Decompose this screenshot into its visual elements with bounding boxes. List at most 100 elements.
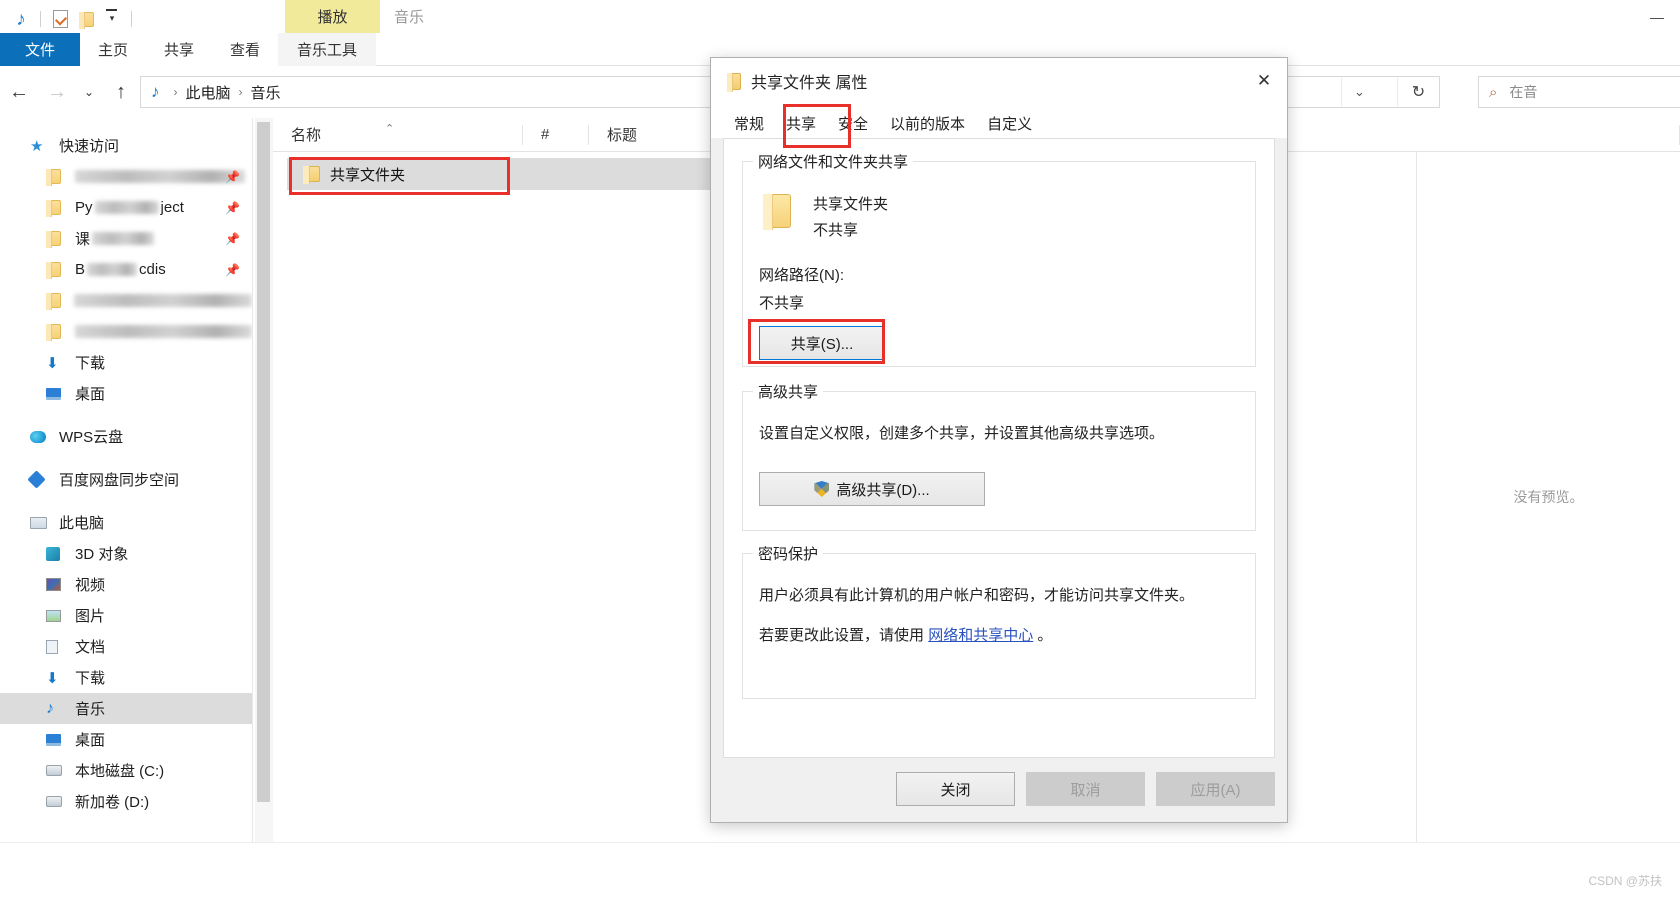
search-input[interactable]: ⌕ 在音 <box>1478 76 1680 108</box>
3d-objects-icon <box>46 546 68 561</box>
sidebar-item-pinned-6[interactable] <box>0 316 252 347</box>
sidebar-item-pinned-1[interactable]: 📌 <box>0 161 252 192</box>
customize-dropdown-icon[interactable]: ▾ <box>99 6 125 32</box>
minimize-button[interactable]: — <box>1634 0 1680 33</box>
music-note-icon: ♪ <box>151 82 160 101</box>
tab-view[interactable]: 查看 <box>212 33 278 66</box>
apply-button[interactable]: 应用(A) <box>1156 772 1275 806</box>
sidebar-item-label-tail: ject <box>160 199 184 216</box>
breadcrumb-segment-music[interactable]: 音乐 <box>251 82 281 103</box>
folder-icon <box>46 169 68 186</box>
recent-locations-button[interactable]: ⌄ <box>76 72 102 112</box>
pin-icon[interactable]: 📌 <box>225 170 240 184</box>
sidebar-item-local-disk-c[interactable]: 本地磁盘 (C:) <box>0 755 252 786</box>
tab-customize[interactable]: 自定义 <box>976 108 1044 138</box>
column-label: 标题 <box>607 127 638 144</box>
sidebar-item-pinned-5[interactable] <box>0 285 252 316</box>
redacted-label <box>74 325 252 338</box>
folder-icon <box>46 231 68 248</box>
column-header-name[interactable]: 名称 ⌃ <box>273 118 523 152</box>
up-button[interactable]: ↑ <box>102 72 140 112</box>
sidebar-item-label: 图片 <box>75 608 106 625</box>
forward-button[interactable]: → <box>38 72 76 112</box>
pin-icon[interactable]: 📌 <box>225 232 240 246</box>
tab-previous-versions[interactable]: 以前的版本 <box>879 108 977 138</box>
folder-icon <box>46 262 68 279</box>
sidebar-item-videos[interactable]: 视频 <box>0 569 252 600</box>
sidebar-item-label: Py <box>75 199 93 216</box>
desktop-icon <box>46 387 68 400</box>
pin-icon[interactable]: 📌 <box>225 201 240 215</box>
sidebar-item-wps-cloud[interactable]: WPS云盘 <box>0 421 252 452</box>
screen: ♪ ▾ 播放 音乐 — 文件 主页 共享 查看 音乐工具 ← → ⌄ ↑ ♪ ›… <box>0 0 1680 897</box>
documents-icon <box>46 639 68 654</box>
tab-home[interactable]: 主页 <box>80 33 146 66</box>
folder-icon <box>727 72 741 92</box>
properties-checkbox-icon[interactable] <box>47 6 73 32</box>
sidebar-item-label-tail: cdis <box>139 261 166 278</box>
sidebar-item-desktop-pinned[interactable]: 桌面 <box>0 378 252 409</box>
redacted-label <box>87 263 138 276</box>
downloads-icon: ⬇ <box>46 669 59 687</box>
sidebar-item-volume-d[interactable]: 新加卷 (D:) <box>0 786 252 817</box>
dialog-body: 网络文件和文件夹共享 共享文件夹 不共享 网络路径(N): 不共享 共享(S).… <box>723 138 1275 758</box>
star-icon: ★ <box>30 137 44 155</box>
navigation-pane-scrollbar[interactable]: ⌃ <box>255 118 273 897</box>
tab-music-tools[interactable]: 音乐工具 <box>278 33 377 66</box>
close-button[interactable]: 关闭 <box>896 772 1015 806</box>
sidebar-item-pictures[interactable]: 图片 <box>0 600 252 631</box>
column-label: # <box>541 126 550 143</box>
sidebar-item-documents[interactable]: 文档 <box>0 631 252 662</box>
sidebar-item-label: 桌面 <box>75 732 106 749</box>
network-path-block: 网络路径(N): 不共享 <box>759 262 844 318</box>
redacted-label <box>75 170 245 183</box>
column-header-track-number[interactable]: # <box>523 118 589 152</box>
new-folder-icon[interactable] <box>73 6 99 32</box>
network-sharing-center-link[interactable]: 网络和共享中心 <box>928 627 1033 644</box>
advanced-sharing-button[interactable]: 高级共享(D)... <box>759 472 985 506</box>
group-advanced-sharing: 高级共享 设置自定义权限，创建多个共享，并设置其他高级共享选项。 高级共享(D)… <box>742 381 1256 531</box>
sidebar-item-desktop[interactable]: 桌面 <box>0 724 252 755</box>
dialog-title: 共享文件夹 属性 <box>751 75 868 92</box>
breadcrumb-segment-this-pc[interactable]: 此电脑 <box>186 82 231 103</box>
tab-file[interactable]: 文件 <box>0 33 80 66</box>
pictures-icon <box>46 609 68 622</box>
advanced-sharing-description: 设置自定义权限，创建多个共享，并设置其他高级共享选项。 <box>759 425 1165 442</box>
sidebar-item-pinned-2[interactable]: Py ject 📌 <box>0 192 252 223</box>
sidebar-item-music[interactable]: ♪ 音乐 <box>0 693 252 724</box>
refresh-icon[interactable]: ↻ <box>1397 77 1439 107</box>
pin-icon[interactable]: 📌 <box>225 263 240 277</box>
sidebar-item-this-pc[interactable]: 此电脑 <box>0 507 252 538</box>
annotation-box-share-button <box>748 319 885 364</box>
uac-shield-icon <box>814 481 830 497</box>
sidebar-item-label: 新加卷 (D:) <box>75 794 150 811</box>
sidebar-item-downloads-pinned[interactable]: ⬇ 下载 <box>0 347 252 378</box>
advanced-sharing-button-label: 高级共享(D)... <box>836 481 930 499</box>
sidebar-item-downloads[interactable]: ⬇ 下载 <box>0 662 252 693</box>
tab-share[interactable]: 共享 <box>146 33 212 66</box>
sidebar-item-pinned-4[interactable]: B cdis 📌 <box>0 254 252 285</box>
music-icon: ♪ <box>46 699 54 717</box>
folder-icon <box>46 200 68 217</box>
sidebar-item-label: B <box>75 261 86 278</box>
folder-icon <box>763 194 791 230</box>
contextual-tab-group-music: 音乐 <box>394 9 425 26</box>
redacted-label <box>92 232 155 245</box>
tab-general[interactable]: 常规 <box>723 108 776 138</box>
search-icon: ⌕ <box>1489 83 1498 101</box>
quick-access-toolbar: ♪ ▾ <box>8 4 138 34</box>
close-icon[interactable]: ✕ <box>1241 58 1287 104</box>
scrollbar-thumb[interactable] <box>257 122 270 802</box>
group-password-protection: 密码保护 用户必须具有此计算机的用户帐户和密码，才能访问共享文件夹。 若要更改此… <box>742 543 1256 699</box>
sidebar-item-quick-access[interactable]: ★ 快速访问 <box>0 130 252 161</box>
sidebar-item-baidu-netdisk[interactable]: 百度网盘同步空间 <box>0 464 252 495</box>
sidebar-item-pinned-3[interactable]: 课 📌 <box>0 223 252 254</box>
back-button[interactable]: ← <box>0 72 38 112</box>
cancel-button[interactable]: 取消 <box>1026 772 1145 806</box>
annotation-box-sharing-tab <box>783 104 851 148</box>
chevron-down-icon[interactable]: ⌄ <box>1341 77 1377 107</box>
search-placeholder: 在音 <box>1509 84 1538 100</box>
sidebar-item-3d-objects[interactable]: 3D 对象 <box>0 538 252 569</box>
